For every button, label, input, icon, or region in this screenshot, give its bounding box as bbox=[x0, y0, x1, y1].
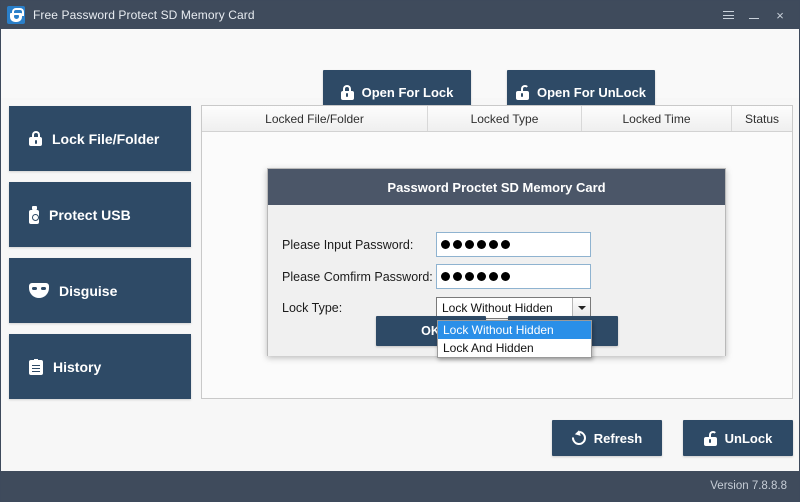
lock-type-label: Lock Type: bbox=[282, 301, 343, 315]
lock-type-dropdown-list: Lock Without Hidden Lock And Hidden bbox=[437, 320, 592, 358]
window-title: Free Password Protect SD Memory Card bbox=[33, 8, 255, 22]
column-header-locked-time[interactable]: Locked Time bbox=[582, 106, 732, 131]
padlock-icon bbox=[29, 131, 42, 146]
lock-type-selected-value: Lock Without Hidden bbox=[442, 301, 553, 315]
unlock-label: UnLock bbox=[724, 430, 773, 446]
column-header-locked-file-folder[interactable]: Locked File/Folder bbox=[202, 106, 428, 131]
application-window: Free Password Protect SD Memory Card × O… bbox=[0, 0, 800, 502]
confirm-password-field-row: Please Comfirm Password: bbox=[268, 264, 725, 289]
sidebar-item-disguise[interactable]: Disguise bbox=[9, 258, 191, 323]
refresh-icon bbox=[568, 428, 589, 448]
close-icon[interactable]: × bbox=[767, 1, 793, 29]
refresh-button[interactable]: Refresh bbox=[552, 420, 662, 456]
confirm-password-input[interactable] bbox=[436, 264, 591, 289]
sidebar-item-lock-file-folder[interactable]: Lock File/Folder bbox=[9, 106, 191, 171]
password-label: Please Input Password: bbox=[282, 237, 414, 252]
unlock-button[interactable]: UnLock bbox=[683, 420, 793, 456]
top-action-bar: Open For Lock Open For UnLock bbox=[1, 29, 799, 114]
sidebar: Lock File/Folder Protect USB Disguise Hi… bbox=[9, 106, 191, 410]
mask-icon bbox=[29, 283, 49, 298]
title-bar: Free Password Protect SD Memory Card × bbox=[1, 1, 799, 29]
open-for-lock-label: Open For Lock bbox=[361, 84, 454, 100]
table-header-row: Locked File/Folder Locked Type Locked Ti… bbox=[202, 106, 792, 132]
padlock-open-icon bbox=[703, 430, 718, 446]
column-header-locked-type[interactable]: Locked Type bbox=[428, 106, 582, 131]
sidebar-item-protect-usb[interactable]: Protect USB bbox=[9, 182, 191, 247]
dropdown-option-lock-and-hidden[interactable]: Lock And Hidden bbox=[438, 339, 591, 357]
padlock-closed-icon bbox=[340, 84, 354, 100]
password-input[interactable] bbox=[436, 232, 591, 257]
open-for-unlock-label: Open For UnLock bbox=[536, 84, 647, 100]
sidebar-item-label: History bbox=[53, 358, 102, 375]
menu-hamburger-icon[interactable] bbox=[715, 1, 741, 29]
password-protect-dialog: Password Proctet SD Memory Card Please I… bbox=[267, 168, 726, 358]
sidebar-item-history[interactable]: History bbox=[9, 334, 191, 399]
window-controls: × bbox=[715, 1, 799, 29]
shield-lock-icon bbox=[7, 6, 25, 24]
status-bar: Version 7.8.8.8 bbox=[1, 471, 799, 501]
refresh-label: Refresh bbox=[593, 430, 643, 446]
version-label: Version 7.8.8.8 bbox=[710, 480, 787, 492]
chevron-down-icon[interactable] bbox=[572, 298, 590, 318]
padlock-open-icon bbox=[515, 84, 530, 100]
sidebar-item-label: Protect USB bbox=[49, 206, 131, 223]
column-header-status[interactable]: Status bbox=[732, 106, 792, 131]
sidebar-item-label: Disguise bbox=[59, 282, 118, 299]
password-field-row: Please Input Password: bbox=[268, 232, 725, 257]
sidebar-item-label: Lock File/Folder bbox=[52, 130, 160, 147]
dialog-body: Please Input Password: Please Comfirm Pa… bbox=[268, 205, 725, 358]
dialog-title: Password Proctet SD Memory Card bbox=[268, 169, 725, 205]
usb-drive-icon bbox=[29, 205, 39, 224]
dropdown-option-lock-without-hidden[interactable]: Lock Without Hidden bbox=[438, 321, 591, 339]
minimize-icon[interactable] bbox=[741, 1, 767, 29]
confirm-password-label: Please Comfirm Password: bbox=[282, 269, 433, 284]
clipboard-icon bbox=[29, 358, 43, 375]
